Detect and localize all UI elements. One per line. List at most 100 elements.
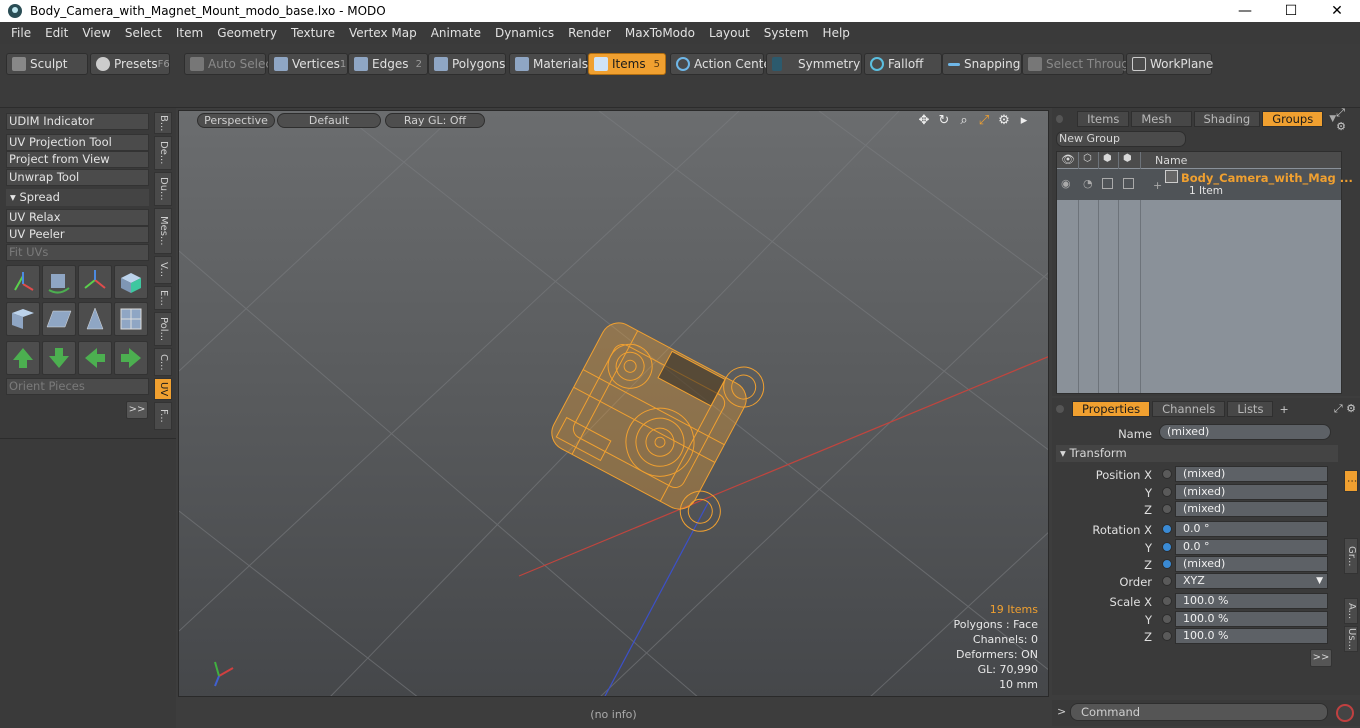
- polygons-button[interactable]: Polygons: [428, 53, 506, 75]
- position-x-key[interactable]: [1162, 469, 1172, 479]
- side-tab-user[interactable]: Us...: [1344, 626, 1358, 652]
- udim-indicator-button[interactable]: UDIM Indicator: [6, 113, 149, 130]
- project-from-view-button[interactable]: Project from View: [6, 151, 149, 168]
- tab-edge[interactable]: E...: [154, 286, 172, 310]
- tab-curve[interactable]: C...: [154, 348, 172, 376]
- menu-vertex-map[interactable]: Vertex Map: [342, 26, 424, 40]
- rotation-z-key[interactable]: [1162, 559, 1172, 569]
- minimize-button[interactable]: —: [1222, 0, 1268, 22]
- tab-mesh-edit[interactable]: Mes...: [154, 208, 172, 254]
- tab-fusion[interactable]: F...: [154, 402, 172, 430]
- tab-basic[interactable]: B...: [154, 112, 172, 134]
- record-icon[interactable]: [1336, 704, 1354, 722]
- scale-y-field[interactable]: 100.0 %: [1175, 611, 1328, 627]
- properties-expand-button[interactable]: >>: [1310, 649, 1332, 667]
- tab-properties[interactable]: Properties: [1072, 401, 1151, 417]
- pan-icon[interactable]: ✥: [916, 113, 932, 129]
- group-render-icon[interactable]: ◔: [1083, 177, 1093, 190]
- tab-groups[interactable]: Groups: [1262, 111, 1324, 127]
- symmetry-button[interactable]: Symmetry: [766, 53, 862, 75]
- viewport-menu-icon[interactable]: ▸: [1016, 113, 1032, 129]
- expand-toolbox-button[interactable]: >>: [126, 401, 148, 419]
- sculpt-button[interactable]: Sculpt: [6, 53, 88, 75]
- group-visibility-icon[interactable]: ◉: [1061, 177, 1071, 190]
- menu-help[interactable]: Help: [816, 26, 857, 40]
- name-column-header[interactable]: Name: [1155, 154, 1187, 167]
- menu-animate[interactable]: Animate: [424, 26, 488, 40]
- spread-section[interactable]: ▾ Spread: [6, 189, 149, 206]
- panel-expand-icon[interactable]: ⤢ ⚙: [1336, 106, 1356, 133]
- group-name[interactable]: Body_Camera_with_Mag ...: [1181, 171, 1353, 185]
- 3d-viewport[interactable]: Perspective Default Ray GL: Off ✥ ↻ ⌕ ⤢ …: [178, 110, 1049, 697]
- snapping-button[interactable]: Snapping: [942, 53, 1022, 75]
- group-row[interactable]: ◉ ◔ + Body_Camera_with_Mag ... 1 Item: [1057, 169, 1353, 200]
- falloff-button[interactable]: Falloff: [864, 53, 942, 75]
- scale-z-field[interactable]: 100.0 %: [1175, 628, 1328, 644]
- menu-file[interactable]: File: [4, 26, 38, 40]
- uv-peeler-button[interactable]: UV Peeler: [6, 226, 149, 243]
- rotation-z-field[interactable]: (mixed): [1175, 556, 1328, 572]
- group-lock-checkbox[interactable]: [1102, 178, 1113, 189]
- position-y-key[interactable]: [1162, 487, 1172, 497]
- name-field[interactable]: (mixed): [1159, 424, 1331, 440]
- side-tab-groups[interactable]: Gr...: [1344, 538, 1358, 574]
- menu-item[interactable]: Item: [169, 26, 210, 40]
- presets-button[interactable]: Presets F6: [90, 53, 170, 75]
- uv-grid-icon[interactable]: [114, 302, 148, 336]
- view-mode-dropdown[interactable]: Perspective: [197, 113, 275, 128]
- unwrap-tool-button[interactable]: Unwrap Tool: [6, 169, 149, 186]
- panel-expand-icon[interactable]: ⤢ ⚙: [1334, 402, 1356, 416]
- edges-button[interactable]: Edges 2: [348, 53, 428, 75]
- position-y-field[interactable]: (mixed): [1175, 484, 1328, 500]
- align-right-icon[interactable]: [114, 341, 148, 375]
- menu-texture[interactable]: Texture: [284, 26, 342, 40]
- group-select-checkbox[interactable]: [1123, 178, 1134, 189]
- position-x-field[interactable]: (mixed): [1175, 466, 1328, 482]
- maximize-button[interactable]: ☐: [1268, 0, 1314, 22]
- auto-select-button[interactable]: Auto Select: [184, 53, 277, 75]
- rotation-y-field[interactable]: 0.0 °: [1175, 539, 1328, 555]
- order-key[interactable]: [1162, 576, 1172, 586]
- command-input[interactable]: Command: [1070, 703, 1328, 721]
- menu-dynamics[interactable]: Dynamics: [488, 26, 561, 40]
- close-button[interactable]: ✕: [1314, 0, 1360, 22]
- tab-mesh[interactable]: Mesh ...: [1131, 111, 1192, 140]
- tab-deform[interactable]: De...: [154, 136, 172, 170]
- transform-section[interactable]: ▾ Transform: [1056, 445, 1338, 462]
- uv-projection-tool-button[interactable]: UV Projection Tool: [6, 134, 149, 151]
- menu-geometry[interactable]: Geometry: [210, 26, 284, 40]
- align-up-icon[interactable]: [6, 341, 40, 375]
- scale-z-key[interactable]: [1162, 631, 1172, 641]
- rotation-x-key[interactable]: [1162, 524, 1172, 534]
- raygl-dropdown[interactable]: Ray GL: Off: [385, 113, 485, 128]
- scale-x-field[interactable]: 100.0 %: [1175, 593, 1328, 609]
- position-z-key[interactable]: [1162, 504, 1172, 514]
- expand-group-icon[interactable]: +: [1153, 179, 1162, 192]
- uv-relax-button[interactable]: UV Relax: [6, 209, 149, 226]
- menu-select[interactable]: Select: [118, 26, 169, 40]
- tab-shading[interactable]: Shading: [1193, 111, 1261, 127]
- menu-edit[interactable]: Edit: [38, 26, 75, 40]
- menu-render[interactable]: Render: [561, 26, 618, 40]
- tab-lists[interactable]: Lists: [1227, 401, 1274, 417]
- workplane-button[interactable]: WorkPlane: [1126, 53, 1213, 75]
- menu-system[interactable]: System: [757, 26, 816, 40]
- position-z-field[interactable]: (mixed): [1175, 501, 1328, 517]
- uv-transform-icon[interactable]: [6, 265, 40, 299]
- new-group-button[interactable]: New Group: [1056, 131, 1186, 147]
- vertices-button[interactable]: Vertices 1: [268, 53, 348, 75]
- tabs-dropdown-icon[interactable]: ▼: [1329, 114, 1336, 124]
- align-down-icon[interactable]: [42, 341, 76, 375]
- menu-layout[interactable]: Layout: [702, 26, 757, 40]
- align-left-icon[interactable]: [78, 341, 112, 375]
- fit-uvs-button[interactable]: Fit UVs: [6, 244, 149, 261]
- uv-planar-icon[interactable]: [42, 302, 76, 336]
- side-tab-assembly[interactable]: A...: [1344, 598, 1358, 624]
- scale-y-key[interactable]: [1162, 614, 1172, 624]
- tab-vertex[interactable]: V...: [154, 256, 172, 284]
- menu-maxtomodo[interactable]: MaxToModo: [618, 26, 702, 40]
- zoom-icon[interactable]: ⌕: [956, 113, 972, 129]
- tab-uv[interactable]: UV: [154, 378, 172, 400]
- tab-channels[interactable]: Channels: [1152, 401, 1226, 417]
- materials-button[interactable]: Materials: [509, 53, 588, 75]
